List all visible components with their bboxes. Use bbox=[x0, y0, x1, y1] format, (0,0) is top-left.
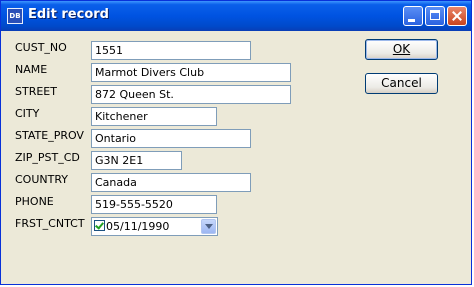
street-label: STREET bbox=[15, 85, 57, 98]
name-field[interactable]: Marmot Divers Club bbox=[91, 63, 291, 82]
state-prov-label: STATE_PROV bbox=[15, 129, 84, 142]
minimize-icon[interactable] bbox=[403, 6, 423, 26]
frst-cntct-label: FRST_CNTCT bbox=[15, 217, 85, 230]
title-bar[interactable]: DB Edit record bbox=[1, 1, 471, 31]
city-label: CITY bbox=[15, 107, 40, 120]
close-icon[interactable] bbox=[447, 6, 467, 26]
phone-label: PHONE bbox=[15, 195, 54, 208]
date-checkbox-icon[interactable] bbox=[94, 220, 105, 231]
zip-pst-cd-field[interactable]: G3N 2E1 bbox=[91, 151, 182, 170]
ok-button[interactable]: OK bbox=[365, 39, 438, 60]
country-field[interactable]: Canada bbox=[91, 173, 251, 192]
cancel-button[interactable]: Cancel bbox=[365, 73, 438, 94]
frst-cntct-value: 05/11/1990 bbox=[106, 220, 170, 233]
window-title: Edit record bbox=[28, 7, 109, 22]
city-field[interactable]: Kitchener bbox=[91, 107, 217, 126]
dropdown-arrow-icon[interactable] bbox=[201, 219, 216, 234]
app-icon[interactable]: DB bbox=[7, 8, 23, 24]
phone-field[interactable]: 519-555-5520 bbox=[91, 195, 217, 214]
cust-no-label: CUST_NO bbox=[15, 41, 67, 54]
country-label: COUNTRY bbox=[15, 173, 68, 186]
maximize-icon[interactable] bbox=[425, 6, 445, 26]
cust-no-field[interactable]: 1551 bbox=[91, 41, 251, 60]
frst-cntct-date-picker[interactable]: 05/11/1990 bbox=[91, 217, 218, 236]
name-label: NAME bbox=[15, 63, 48, 76]
state-prov-field[interactable]: Ontario bbox=[91, 129, 251, 148]
ok-button-label: OK bbox=[392, 42, 411, 56]
edit-record-dialog: DB Edit record CUST_NO 1551 NAME Marmot … bbox=[0, 0, 472, 285]
street-field[interactable]: 872 Queen St. bbox=[91, 85, 291, 104]
zip-pst-cd-label: ZIP_PST_CD bbox=[15, 151, 80, 164]
